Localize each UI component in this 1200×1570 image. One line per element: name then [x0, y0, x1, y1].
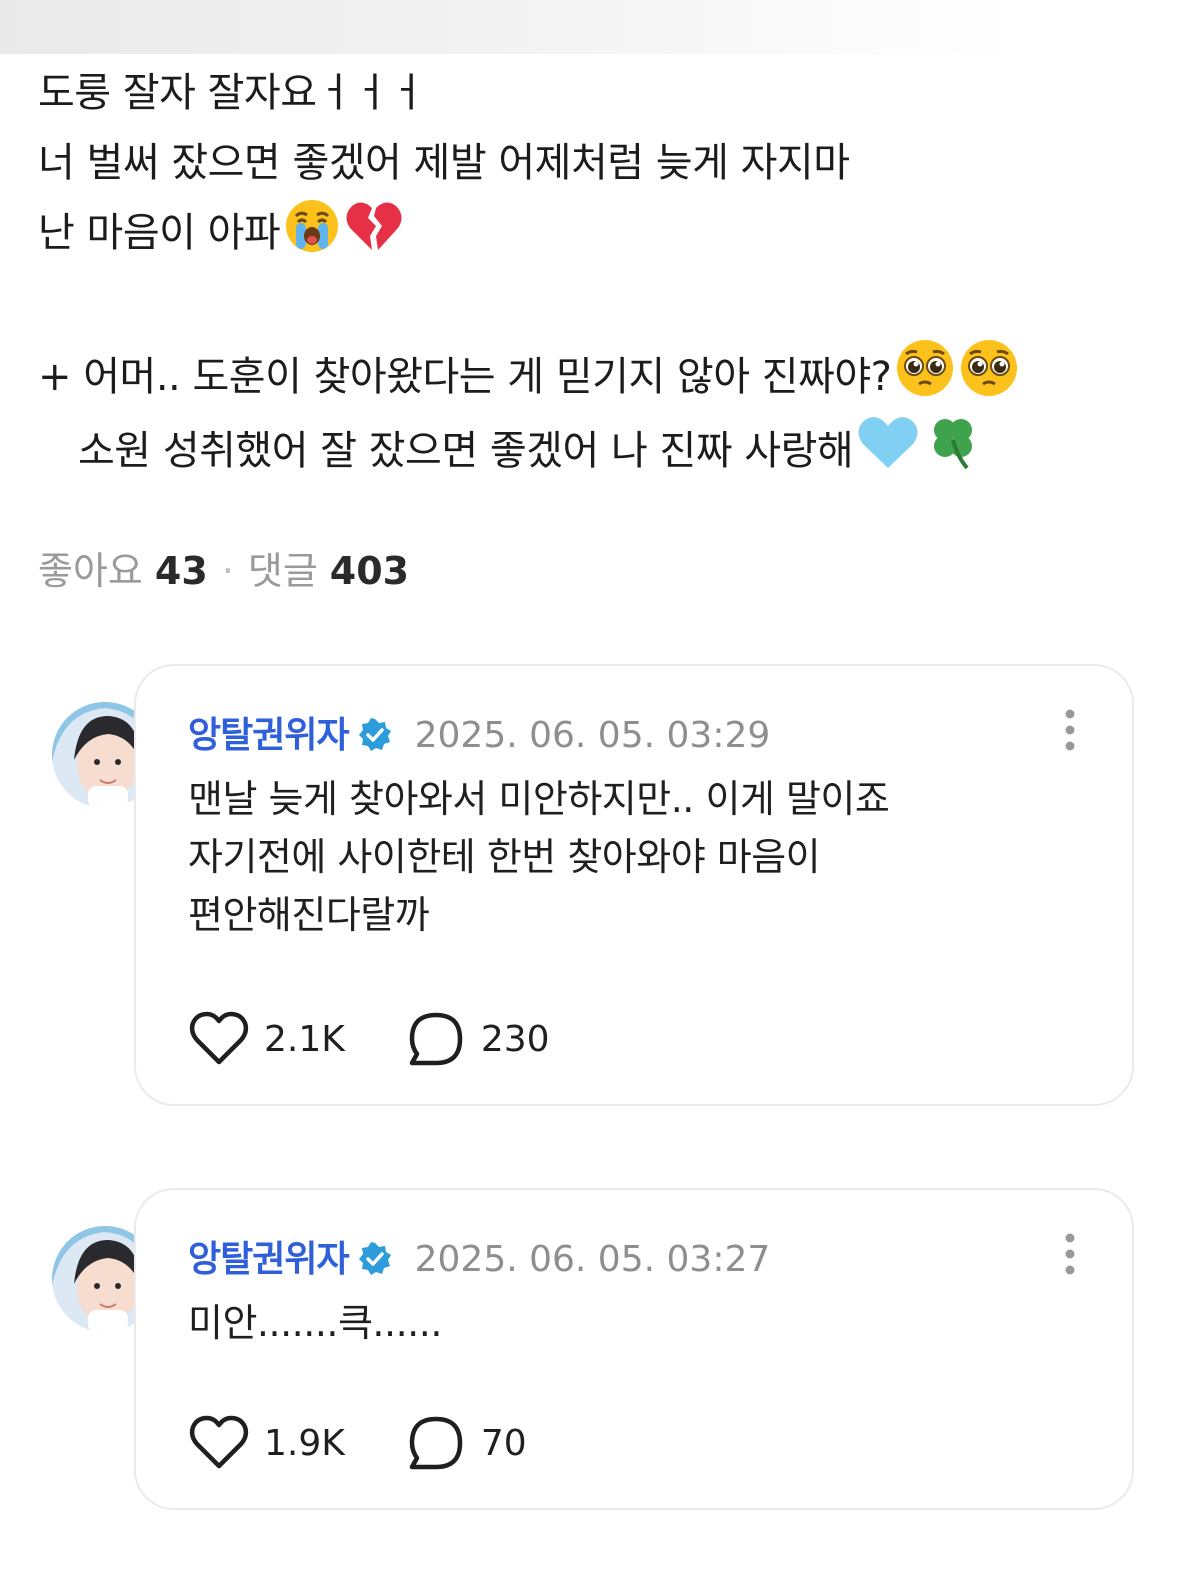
post-line-2: 너 벌써 잤으면 좋겠어 제발 어제처럼 늦게 자지마: [38, 128, 1188, 198]
pleading-face-icon: [897, 340, 954, 396]
comment-author[interactable]: 앙탈권위자: [188, 1239, 350, 1280]
post-line-2-text: 너 벌써 잤으면 좋겠어 제발 어제처럼 늦게 자지마: [38, 140, 850, 186]
post-line-4: + 어머.. 도훈이 찾아왔다는 게 믿기지 않아 진짜야?: [38, 338, 1188, 412]
pleading-face-icon: [961, 340, 1018, 396]
comments-label: 댓글: [247, 549, 318, 593]
comment-text: 맨날 늦게 찾아와서 미안하지만.. 이게 말이죠 자기전에 사이한테 한번 찾…: [188, 770, 1068, 944]
comment-line: 자기전에 사이한테 한번 찾아와야 마음이: [188, 835, 821, 879]
post-line-3-text: 난 마음이 아파: [38, 210, 281, 256]
light-blue-heart-icon: [858, 417, 918, 468]
heart-outline-icon: [189, 1415, 249, 1469]
like-button[interactable]: 1.9K: [188, 1412, 345, 1474]
four-leaf-clover-icon: [934, 419, 973, 470]
comment-header: 앙탈권위자 2025. 06. 05. 03:29: [188, 706, 770, 758]
post-body: 도룽 잘자 잘자요ㅓㅓㅓ 너 벌써 잤으면 좋겠어 제발 어제처럼 늦게 자지마…: [38, 58, 1188, 486]
like-button[interactable]: 2.1K: [188, 1008, 345, 1070]
comment-actions: 2.1K 230: [188, 1008, 550, 1070]
stats-separator: ·: [221, 549, 234, 593]
post-line-5: 소원 성취했어 잘 잤으면 좋겠어 나 진짜 사랑해: [38, 412, 1188, 486]
more-vertical-icon[interactable]: [1064, 708, 1076, 752]
broken-heart-icon: [346, 202, 402, 250]
post-line-3: 난 마음이 아파: [38, 198, 1188, 268]
like-count: 2.1K: [264, 1018, 345, 1060]
speech-bubble-icon: [409, 1012, 463, 1066]
reply-button[interactable]: 70: [405, 1412, 527, 1474]
post-line-5-text: 소원 성취했어 잘 잤으면 좋겠어 나 진짜 사랑해: [78, 428, 854, 474]
post-stats: 좋아요 43 · 댓글 403: [38, 540, 409, 595]
crying-face-icon: [286, 200, 339, 252]
comment-header: 앙탈권위자 2025. 06. 05. 03:27: [188, 1230, 770, 1282]
verified-badge-icon: [358, 718, 391, 751]
comment-card: 앙탈권위자 2025. 06. 05. 03:29 맨날 늦게 찾아와서 미안하…: [134, 664, 1134, 1106]
speech-bubble-icon: [409, 1416, 463, 1470]
comment-line: 미안.......큭......: [188, 1301, 442, 1345]
comment-line: 편안해진다랄까: [188, 893, 430, 937]
heart-outline-icon: [189, 1011, 249, 1065]
reply-count: 230: [480, 1018, 550, 1060]
more-vertical-icon[interactable]: [1064, 1232, 1076, 1276]
like-count: 1.9K: [264, 1422, 345, 1464]
likes-count[interactable]: 43: [155, 549, 208, 593]
comment-line: 맨날 늦게 찾아와서 미안하지만.. 이게 말이죠: [188, 777, 890, 821]
likes-label: 좋아요: [38, 549, 143, 593]
comment-author[interactable]: 앙탈권위자: [188, 715, 350, 756]
post-line-1: 도룽 잘자 잘자요ㅓㅓㅓ: [38, 58, 1188, 128]
reply-count: 70: [480, 1422, 527, 1464]
post-line-1-text: 도룽 잘자 잘자요ㅓㅓㅓ: [38, 70, 426, 116]
comment-timestamp: 2025. 06. 05. 03:29: [414, 715, 771, 756]
post-line-4-text: + 어머.. 도훈이 찾아왔다는 게 믿기지 않아 진짜야?: [38, 354, 892, 400]
comment-card: 앙탈권위자 2025. 06. 05. 03:27 미안.......큭....…: [134, 1188, 1134, 1510]
post-screenshot: 도룽 잘자 잘자요ㅓㅓㅓ 너 벌써 잤으면 좋겠어 제발 어제처럼 늦게 자지마…: [0, 0, 1200, 1570]
top-fade: [0, 0, 1200, 54]
comment-actions: 1.9K 70: [188, 1412, 527, 1474]
comment-timestamp: 2025. 06. 05. 03:27: [414, 1239, 771, 1280]
comment-text: 미안.......큭......: [188, 1294, 1068, 1352]
verified-badge-icon: [358, 1242, 391, 1275]
reply-button[interactable]: 230: [405, 1008, 550, 1070]
comments-count[interactable]: 403: [330, 549, 409, 593]
